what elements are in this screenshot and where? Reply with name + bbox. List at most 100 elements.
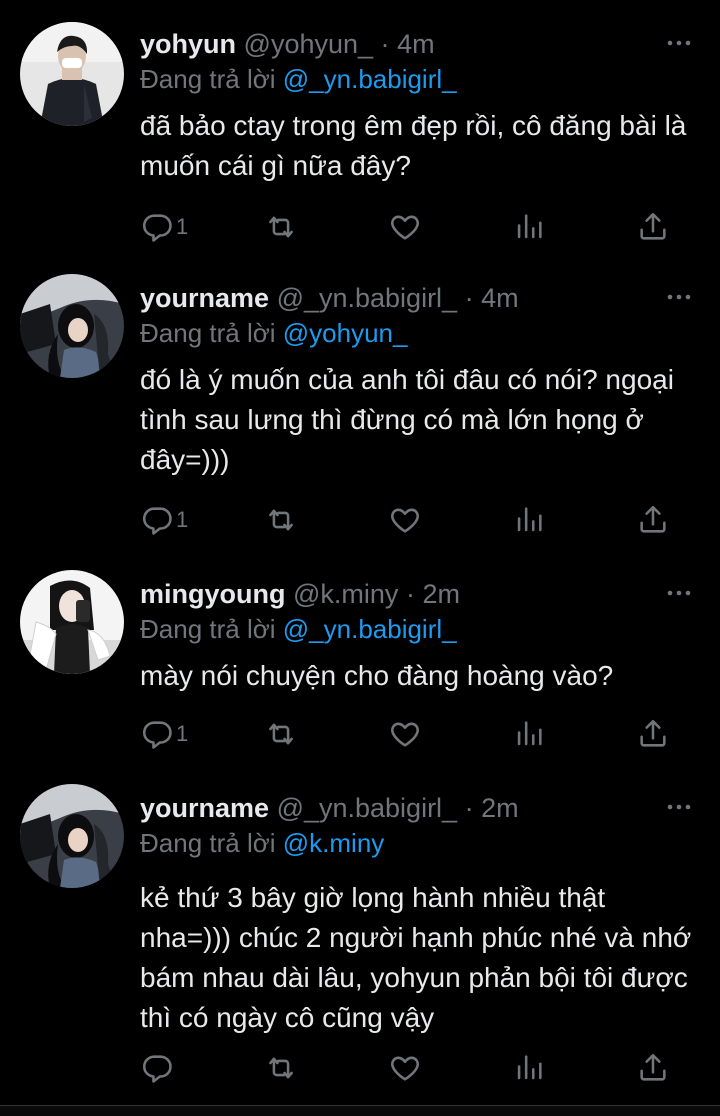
share-icon	[640, 212, 666, 240]
timestamp[interactable]: 4m	[397, 29, 435, 59]
share-button[interactable]	[636, 1048, 670, 1088]
bottom-divider	[0, 1105, 720, 1116]
username[interactable]: @_yn.babigirl_	[277, 793, 458, 823]
tweet-header: yohyun @yohyun_ · 4m	[140, 26, 700, 62]
timestamp[interactable]: 2m	[481, 793, 519, 823]
share-button[interactable]	[636, 714, 670, 754]
tweet-header: yourname @_yn.babigirl_ · 4m	[140, 280, 700, 316]
tweet-text: kẻ thứ 3 bây giờ lọng hành nhiều thật nh…	[140, 882, 692, 1033]
timestamp[interactable]: 4m	[481, 283, 519, 313]
mention-link[interactable]: @_yn.babigirl_	[283, 64, 457, 94]
more-icon	[667, 294, 691, 300]
replying-to: Đang trả lời @k.miny	[140, 826, 700, 860]
display-name[interactable]: yourname	[140, 283, 269, 313]
tweet[interactable]: yourname @_yn.babigirl_ · 2m Đang trả lờ…	[0, 760, 720, 1116]
views-button[interactable]	[512, 1048, 546, 1088]
more-options-button[interactable]	[664, 792, 694, 822]
display-name[interactable]: yohyun	[140, 29, 236, 59]
profile-photo	[20, 274, 124, 378]
mention-link[interactable]: @yohyun_	[283, 318, 408, 348]
avatar[interactable]	[20, 22, 124, 126]
display-name[interactable]: mingyoung	[140, 579, 285, 609]
share-icon	[640, 719, 666, 747]
timestamp[interactable]: 2m	[422, 579, 460, 609]
username[interactable]: @yohyun_	[244, 29, 374, 59]
views-button[interactable]	[512, 207, 546, 247]
views-button[interactable]	[512, 714, 546, 754]
reply-icon	[142, 1055, 172, 1083]
like-button[interactable]	[388, 500, 422, 540]
like-button[interactable]	[388, 1048, 422, 1088]
tweet-actions	[140, 1048, 685, 1088]
more-options-button[interactable]	[664, 282, 694, 312]
reply-count: 1	[176, 214, 189, 239]
more-icon	[667, 590, 691, 596]
reply-count: 1	[176, 721, 189, 746]
tweet-header: yourname @_yn.babigirl_ · 2m	[140, 790, 700, 826]
replying-to-label: Đang trả lời	[140, 318, 283, 348]
retweet-icon	[269, 723, 293, 745]
tweet[interactable]: mingyoung @k.miny · 2m Đang trả lời @_yn…	[0, 546, 720, 760]
retweet-button[interactable]	[264, 1048, 298, 1088]
profile-photo	[20, 570, 124, 674]
share-button[interactable]	[636, 207, 670, 247]
tweet-text: đã bảo ctay trong êm đẹp rồi, cô đăng bà…	[140, 110, 687, 181]
username[interactable]: @k.miny	[293, 579, 398, 609]
retweet-button[interactable]	[264, 207, 298, 247]
avatar[interactable]	[20, 274, 124, 378]
tweet-text: mày nói chuyện cho đàng hoàng vào?	[140, 660, 614, 691]
views-icon	[517, 721, 542, 746]
share-icon	[640, 1053, 666, 1081]
mention-link[interactable]: @_yn.babigirl_	[283, 614, 457, 644]
reply-icon	[142, 214, 172, 242]
more-options-button[interactable]	[664, 28, 694, 58]
reply-count: 1	[176, 507, 189, 532]
tweet[interactable]: yohyun @yohyun_ · 4m Đang trả lời @_yn.b…	[0, 0, 720, 250]
like-button[interactable]	[388, 207, 422, 247]
separator-dot: ·	[464, 793, 474, 823]
username[interactable]: @_yn.babigirl_	[277, 283, 458, 313]
tweet-actions: 1	[140, 207, 685, 247]
like-button[interactable]	[388, 714, 422, 754]
tweet-actions: 1	[140, 714, 685, 754]
retweet-icon	[269, 1057, 293, 1079]
views-button[interactable]	[512, 500, 546, 540]
replying-to: Đang trả lời @_yn.babigirl_	[140, 62, 700, 96]
reply-button[interactable]: 1	[140, 207, 188, 247]
replying-to: Đang trả lời @yohyun_	[140, 316, 700, 350]
separator-dot: ·	[405, 579, 415, 609]
like-icon	[391, 722, 419, 747]
like-icon	[391, 1056, 419, 1081]
share-button[interactable]	[636, 500, 670, 540]
reply-button[interactable]: 1	[140, 714, 188, 754]
replying-to-label: Đang trả lời	[140, 614, 283, 644]
avatar[interactable]	[20, 784, 124, 888]
retweet-icon	[269, 216, 293, 238]
reply-icon	[142, 507, 172, 535]
profile-photo	[20, 784, 124, 888]
tweet-text: đó là ý muốn của anh tôi đâu có nói? ngo…	[140, 364, 674, 475]
replying-to: Đang trả lời @_yn.babigirl_	[140, 612, 700, 646]
like-icon	[391, 508, 419, 533]
tweet[interactable]: yourname @_yn.babigirl_ · 4m Đang trả lờ…	[0, 250, 720, 546]
retweet-button[interactable]	[264, 500, 298, 540]
separator-dot: ·	[380, 29, 390, 59]
separator-dot: ·	[464, 283, 474, 313]
share-icon	[640, 505, 666, 533]
views-icon	[517, 1055, 542, 1080]
retweet-button[interactable]	[264, 714, 298, 754]
more-options-button[interactable]	[664, 578, 694, 608]
mention-link[interactable]: @k.miny	[283, 828, 385, 858]
display-name[interactable]: yourname	[140, 793, 269, 823]
reply-button[interactable]: 1	[140, 500, 188, 540]
reply-button[interactable]	[140, 1048, 176, 1088]
replying-to-label: Đang trả lời	[140, 64, 283, 94]
tweet-actions: 1	[140, 500, 685, 540]
avatar[interactable]	[20, 570, 124, 674]
like-icon	[391, 215, 419, 240]
views-icon	[517, 507, 542, 532]
more-icon	[667, 40, 691, 46]
reply-thread: yohyun @yohyun_ · 4m Đang trả lời @_yn.b…	[0, 0, 720, 1116]
views-icon	[517, 214, 542, 239]
retweet-icon	[269, 509, 293, 531]
